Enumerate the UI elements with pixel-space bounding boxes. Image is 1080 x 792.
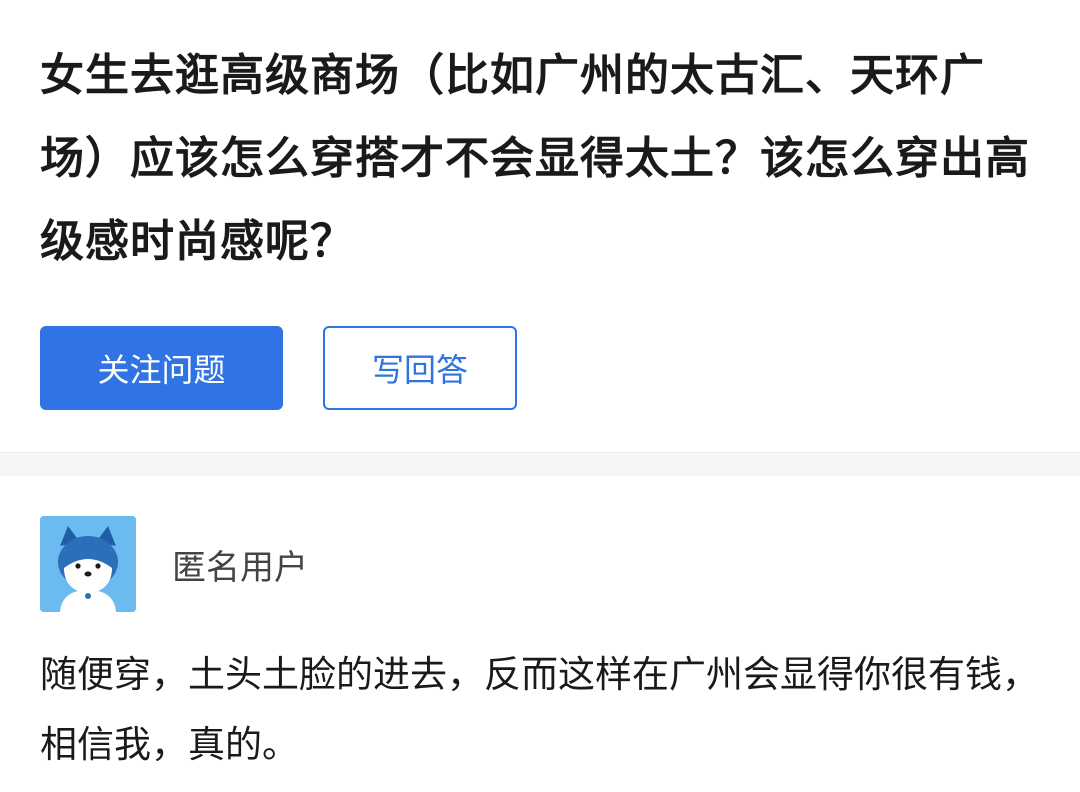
- avatar[interactable]: [40, 516, 136, 612]
- follow-question-button[interactable]: 关注问题: [40, 326, 283, 410]
- section-divider: [0, 452, 1080, 476]
- question-title: 女生去逛高级商场（比如广州的太古汇、天环广场）应该怎么穿搭才不会显得太土？该怎么…: [40, 50, 1030, 267]
- author-name[interactable]: 匿名用户: [172, 540, 308, 589]
- husky-avatar-icon: [40, 516, 136, 612]
- write-answer-button[interactable]: 写回答: [323, 326, 517, 410]
- question-card: 女生去逛高级商场（比如广州的太古汇、天环广场）应该怎么穿搭才不会显得太土？该怎么…: [0, 0, 1080, 452]
- answer-content[interactable]: 随便穿，土头土脸的进去，反而这样在广州会显得你很有钱，相信我，真的。: [40, 640, 1040, 780]
- answer-card: 匿名用户 随便穿，土头土脸的进去，反而这样在广州会显得你很有钱，相信我，真的。: [0, 476, 1080, 792]
